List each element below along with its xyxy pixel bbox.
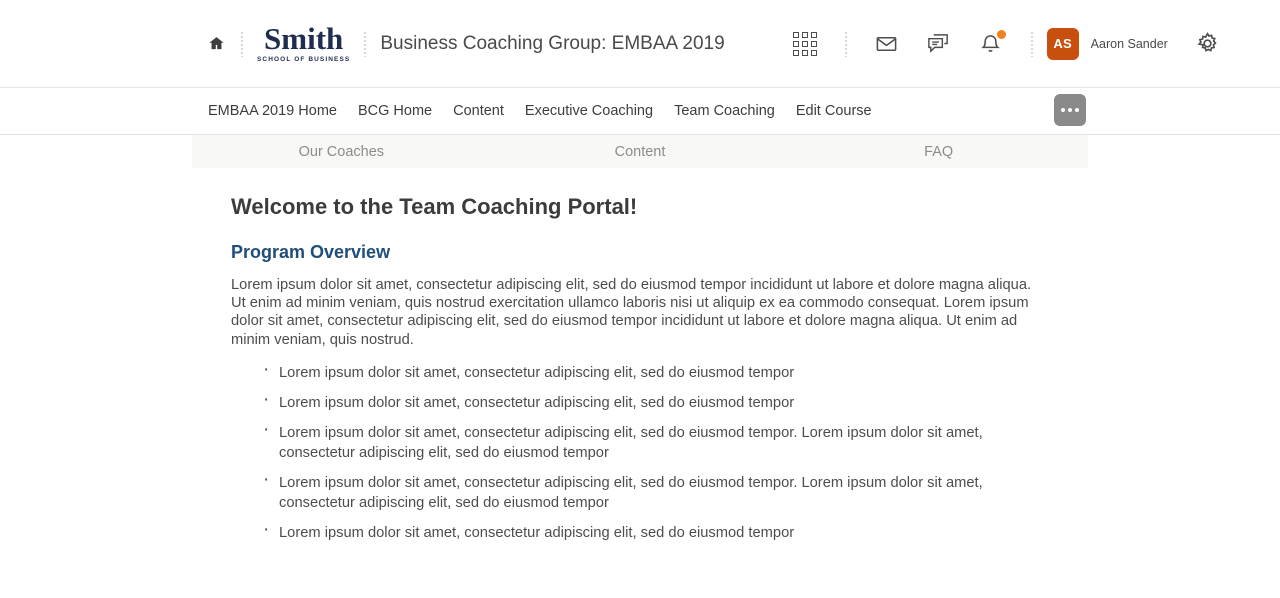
nav-item-executive-coaching[interactable]: Executive Coaching xyxy=(525,103,653,119)
sub-tab-bar: Our Coaches Content FAQ xyxy=(192,135,1088,168)
bell-icon[interactable] xyxy=(974,27,1008,61)
overview-bullet-list: Lorem ipsum dolor sit amet, consectetur … xyxy=(231,360,1021,543)
apps-grid-icon[interactable] xyxy=(788,27,822,61)
avatar[interactable]: AS xyxy=(1046,27,1079,60)
gear-icon[interactable] xyxy=(1191,27,1225,61)
nav-item-bcg-home[interactable]: BCG Home xyxy=(358,103,432,119)
brand-name: Smith xyxy=(264,21,344,57)
list-item: Lorem ipsum dolor sit amet, consectetur … xyxy=(263,470,1021,513)
course-navbar: EMBAA 2019 Home BCG Home Content Executi… xyxy=(0,88,1280,135)
separator-dots xyxy=(844,30,847,57)
tab-our-coaches[interactable]: Our Coaches xyxy=(192,144,491,160)
separator-dots xyxy=(241,30,243,57)
list-item: Lorem ipsum dolor sit amet, consectetur … xyxy=(263,360,1021,383)
envelope-icon[interactable] xyxy=(870,27,904,61)
chat-bubble-icon[interactable] xyxy=(922,27,956,61)
header-icon-cluster: AS Aaron Sander xyxy=(779,27,1225,61)
list-item: Lorem ipsum dolor sit amet, consectetur … xyxy=(263,520,1021,543)
nav-item-embaa-2019-home[interactable]: EMBAA 2019 Home xyxy=(208,103,337,119)
notification-badge xyxy=(996,29,1006,39)
brand-subtitle: SCHOOL OF BUSINESS xyxy=(257,56,351,64)
list-item: Lorem ipsum dolor sit amet, consectetur … xyxy=(263,390,1021,413)
nav-item-edit-course[interactable]: Edit Course xyxy=(796,103,872,119)
nav-item-team-coaching[interactable]: Team Coaching xyxy=(674,103,775,119)
more-options-button[interactable] xyxy=(1054,94,1086,126)
top-header: Smith SCHOOL OF BUSINESS Business Coachi… xyxy=(0,0,1280,88)
main-content: Welcome to the Team Coaching Portal! Pro… xyxy=(0,168,1280,543)
page-title: Welcome to the Team Coaching Portal! xyxy=(231,194,638,219)
course-title: Business Coaching Group: EMBAA 2019 xyxy=(380,32,725,54)
tab-faq[interactable]: FAQ xyxy=(789,144,1088,160)
user-name[interactable]: Aaron Sander xyxy=(1091,37,1168,51)
nav-item-content[interactable]: Content xyxy=(453,103,504,119)
overview-paragraph: Lorem ipsum dolor sit amet, consectetur … xyxy=(231,277,1032,348)
section-title: Program Overview xyxy=(231,242,391,262)
home-icon[interactable] xyxy=(205,27,227,61)
tab-content[interactable]: Content xyxy=(491,144,790,160)
list-item: Lorem ipsum dolor sit amet, consectetur … xyxy=(263,420,1021,463)
separator-dots xyxy=(1030,30,1033,57)
header-brand-area: Smith SCHOOL OF BUSINESS Business Coachi… xyxy=(0,23,1225,64)
smith-logo[interactable]: Smith SCHOOL OF BUSINESS xyxy=(257,23,350,64)
separator-dots xyxy=(364,30,367,57)
